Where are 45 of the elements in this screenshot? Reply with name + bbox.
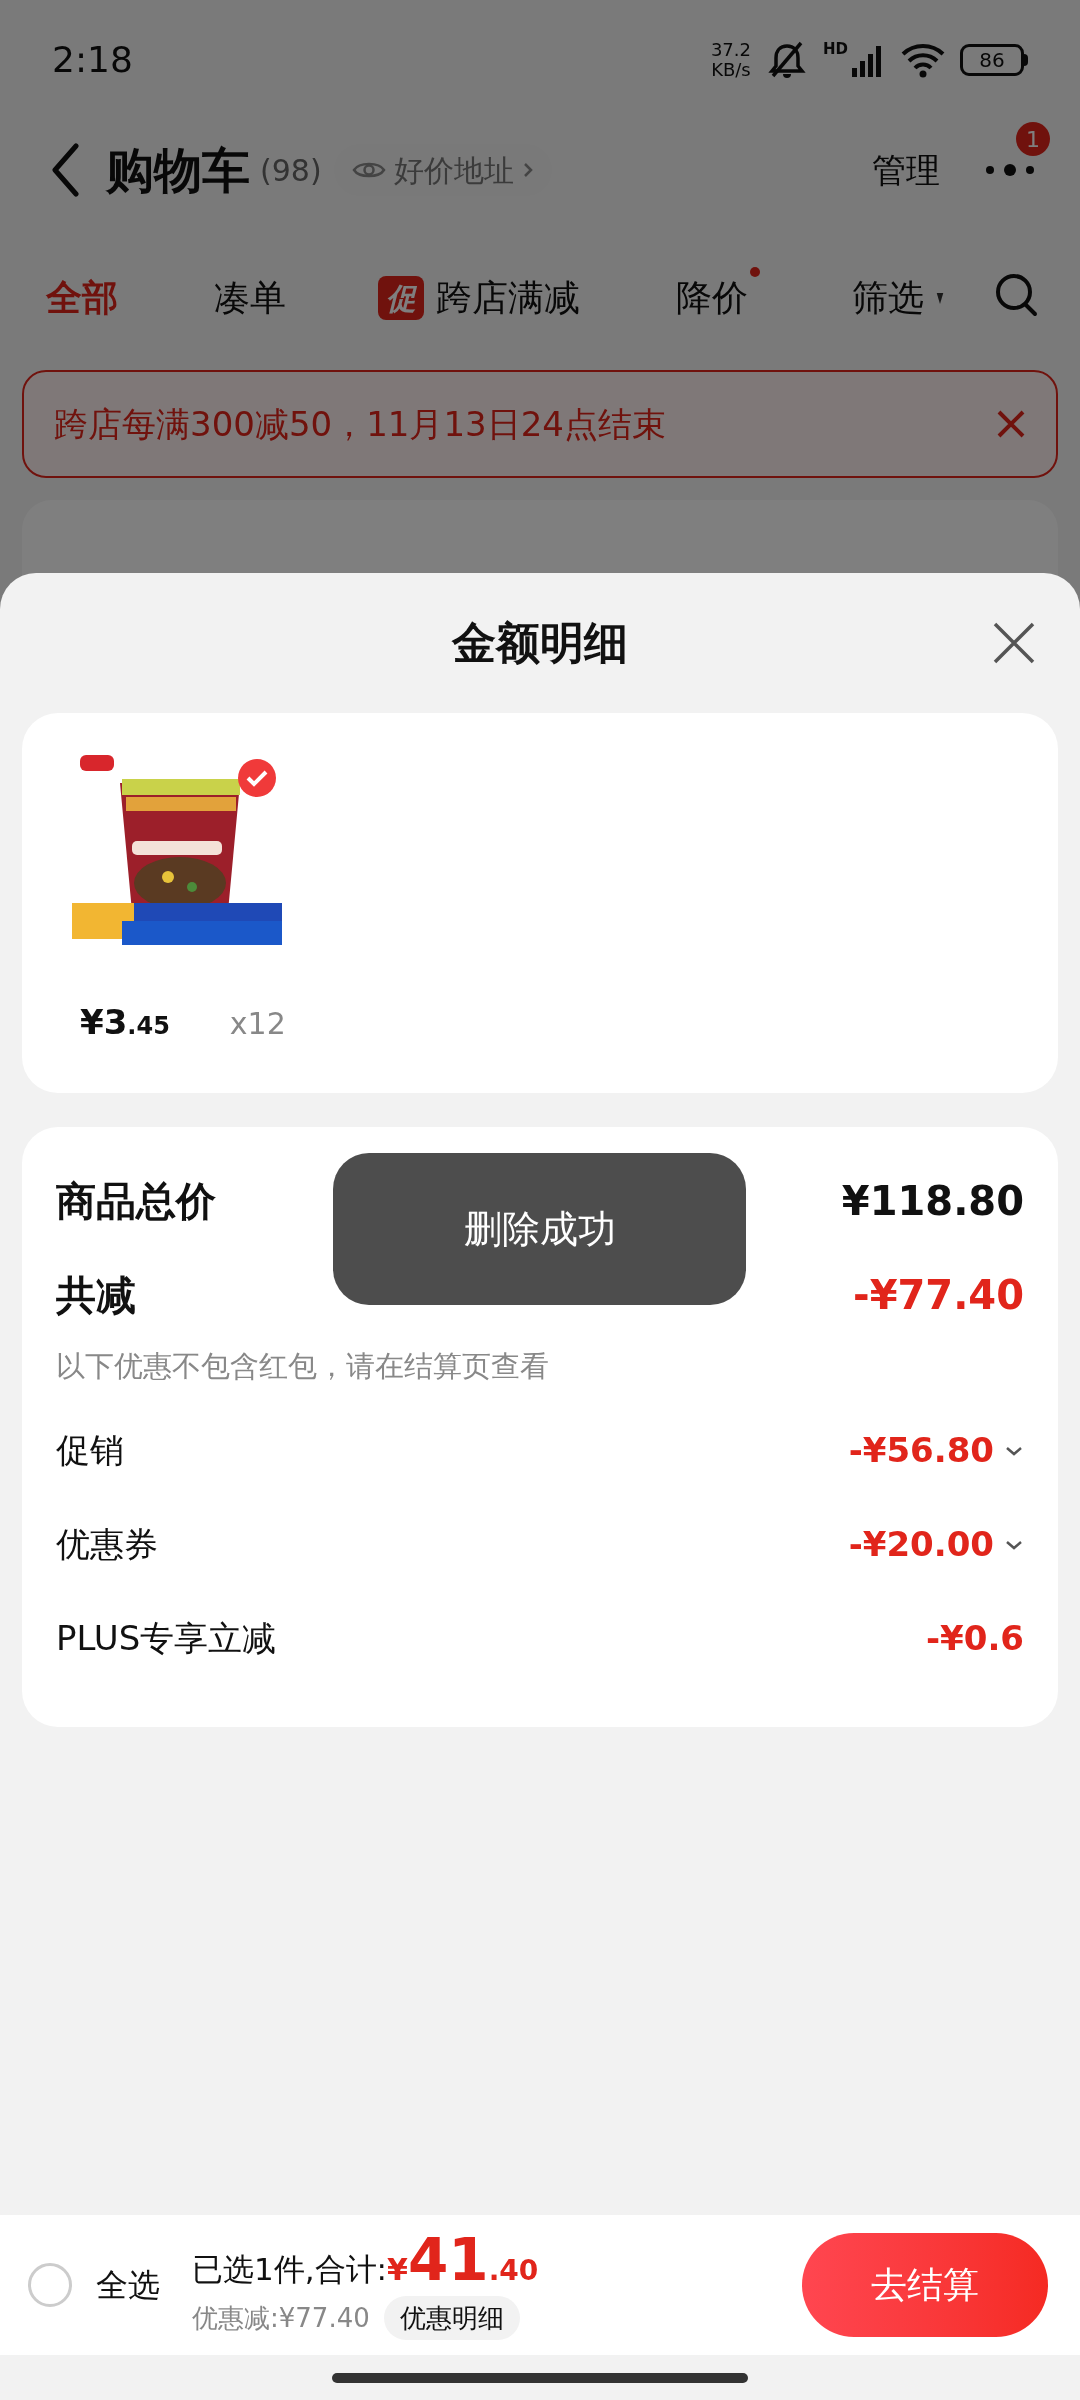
home-indicator[interactable] xyxy=(332,2372,748,2383)
filter-icon xyxy=(936,292,944,304)
search-icon[interactable] xyxy=(994,272,1040,318)
back-icon[interactable] xyxy=(50,143,80,197)
item-quantity: x12 xyxy=(229,1005,286,1043)
battery-indicator: 86 xyxy=(960,44,1024,76)
total-price: ¥41.40 xyxy=(387,2229,539,2292)
summary-label: PLUS专享立减 xyxy=(56,1617,277,1660)
close-icon[interactable] xyxy=(992,621,1036,665)
summary-label: 优惠券 xyxy=(56,1523,158,1566)
summary-label: 促销 xyxy=(56,1429,124,1472)
checkout-button[interactable]: 去结算 xyxy=(802,2233,1048,2337)
summary-label: 商品总价 xyxy=(56,1177,216,1226)
item-price: ¥3.45 xyxy=(80,1001,170,1044)
manage-link[interactable]: 管理 xyxy=(872,144,940,196)
network-speed: 37.2 xyxy=(710,40,751,60)
selected-summary: 已选1件,合计: xyxy=(192,2249,388,2289)
notification-badge: 1 xyxy=(1016,122,1050,156)
toast-message: 删除成功 xyxy=(333,1153,746,1305)
network-speed-unit: KB/s xyxy=(711,60,751,80)
wifi-icon xyxy=(900,41,946,79)
summary-value: ¥118.80 xyxy=(841,1177,1024,1226)
tab[interactable]: 凑单 xyxy=(214,265,300,325)
promo-text: 跨店每满300减50，11月13日24点结束 xyxy=(54,402,666,446)
select-all-checkbox[interactable] xyxy=(28,2263,72,2307)
chevron-right-icon xyxy=(521,161,534,179)
status-time: 2:18 xyxy=(52,38,133,82)
page-title: 购物车 xyxy=(106,141,250,200)
tab[interactable]: 降价 xyxy=(676,265,762,325)
hd-label: HD xyxy=(823,42,848,57)
summary-value: -¥77.40 xyxy=(853,1271,1024,1320)
summary-note: 以下优惠不包含红包，请在结算页查看 xyxy=(56,1348,550,1385)
summary-value: -¥0.6 xyxy=(926,1617,1024,1660)
summary-value: -¥20.00 xyxy=(848,1523,994,1566)
tab[interactable]: 促 跨店满减 xyxy=(378,265,594,325)
sheet-title: 金额明细 xyxy=(452,616,628,670)
select-all-label[interactable]: 全选 xyxy=(96,2261,160,2309)
tab[interactable]: 全部 xyxy=(46,265,132,325)
summary-value: -¥56.80 xyxy=(848,1429,994,1472)
tab[interactable]: 筛选 xyxy=(852,265,958,325)
discount-details-button[interactable]: 优惠明细 xyxy=(383,2296,520,2341)
discount-amount: 优惠减:¥77.40 xyxy=(192,2301,370,2335)
cart-count: (98) xyxy=(260,151,322,190)
close-icon[interactable] xyxy=(996,409,1026,439)
summary-label: 共减 xyxy=(56,1271,136,1320)
